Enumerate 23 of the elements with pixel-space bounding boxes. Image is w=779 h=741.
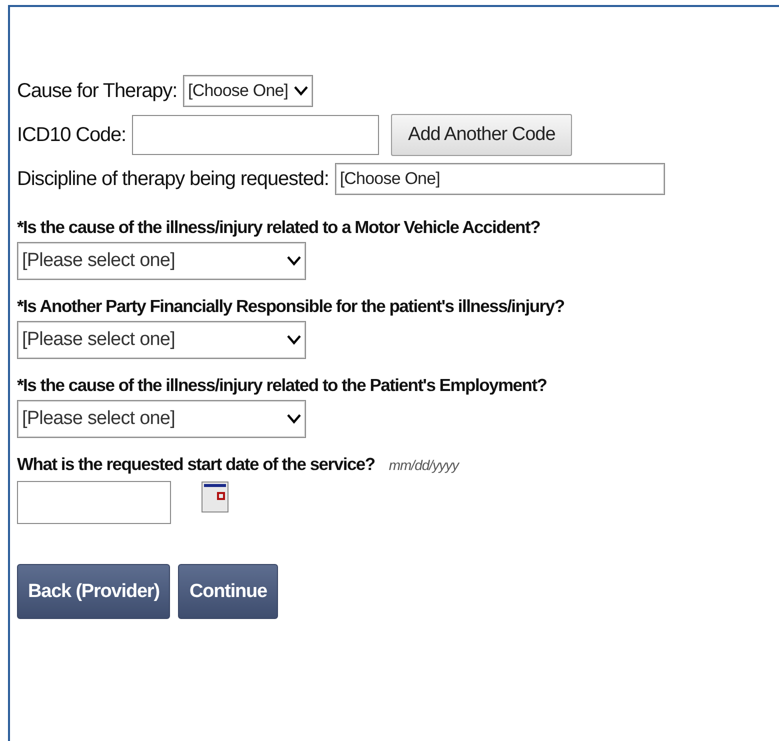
nav-button[interactable]: Continue bbox=[178, 564, 278, 619]
answer-select[interactable]: [Please select one] bbox=[17, 242, 306, 280]
question-label: What is the requested start date of the service? bbox=[17, 454, 375, 475]
date-format-hint: mm/dd/yyyy bbox=[388, 457, 459, 473]
question-label: *Is Another Party Financially Responsible for the patient's illness/injury? bbox=[17, 296, 566, 317]
answer-select[interactable]: [Please select one] bbox=[17, 321, 306, 359]
start-date-field[interactable] bbox=[17, 481, 171, 524]
field-label: ICD10 Code: bbox=[17, 124, 126, 146]
chevron-down-icon bbox=[287, 414, 301, 424]
chevron-down-icon bbox=[287, 335, 301, 345]
discipline-select[interactable]: [Choose One] bbox=[334, 163, 665, 195]
question-label: *Is the cause of the illness/injury related to the Patient's Employment? bbox=[17, 375, 548, 396]
add-code-button[interactable]: Add Another Code bbox=[391, 114, 572, 156]
calendar-icon[interactable] bbox=[201, 481, 229, 513]
nav-button[interactable]: Back (Provider) bbox=[17, 564, 170, 619]
chevron-down-icon bbox=[287, 256, 301, 266]
field-label: Cause for Therapy: bbox=[17, 80, 178, 102]
chevron-down-icon bbox=[294, 86, 308, 96]
cause-select[interactable]: [Choose One] bbox=[183, 75, 314, 107]
answer-select[interactable]: [Please select one] bbox=[17, 400, 306, 438]
icd-code-field[interactable] bbox=[132, 115, 380, 155]
field-label: Discipline of therapy being requested: bbox=[17, 168, 329, 190]
question-label: *Is the cause of the illness/injury related to a Motor Vehicle Accident? bbox=[17, 217, 542, 238]
